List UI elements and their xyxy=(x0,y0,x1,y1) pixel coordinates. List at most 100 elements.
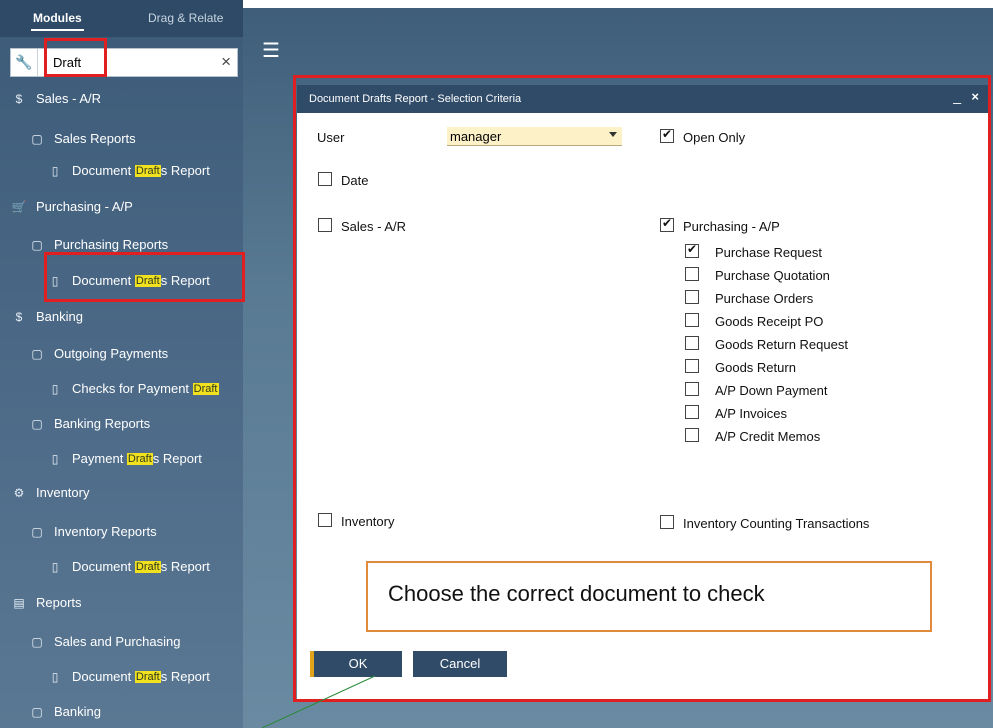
sidebar-item-label: Sales Reports xyxy=(54,131,136,146)
sidebar-item[interactable]: $ Banking xyxy=(10,309,83,324)
inventory-label: Inventory xyxy=(341,514,395,529)
sidebar-item-label: Purchasing - A/P xyxy=(36,199,133,214)
sidebar-item-label: Banking xyxy=(36,309,83,324)
date-label: Date xyxy=(341,173,369,188)
search-match-highlight: Draft xyxy=(134,560,161,573)
callout-text: Choose the correct document to check xyxy=(388,581,765,606)
sidebar-item[interactable]: ▯ Payment Draft s Report xyxy=(46,451,202,466)
purchasing-ap-checkbox[interactable] xyxy=(660,216,674,232)
sidebar-item[interactable]: ▯ Document Draft s Report xyxy=(46,163,210,178)
sidebar-item-icon: ▯ xyxy=(51,451,59,466)
sidebar-item[interactable]: ▢ Inventory Reports xyxy=(28,524,156,539)
tab-drag-relate[interactable]: Drag & Relate xyxy=(148,11,223,25)
cancel-button[interactable]: Cancel xyxy=(413,651,507,677)
sidebar-item-icon: ▢ xyxy=(31,524,43,539)
date-checkbox[interactable] xyxy=(318,172,332,186)
sidebar-item-label-start: Document xyxy=(72,163,135,178)
sidebar-item-label: Outgoing Payments xyxy=(54,346,169,361)
sidebar-item[interactable]: ▢ Banking Reports xyxy=(28,416,150,431)
sidebar-item-label: Reports xyxy=(36,595,82,610)
inventory-counting-label: Inventory Counting Transactions xyxy=(683,516,870,531)
annotation-report-highlight xyxy=(44,252,245,302)
sidebar-item-label-start: Checks for Payment xyxy=(72,381,193,396)
purchasing-option-checkbox[interactable] xyxy=(685,405,699,419)
sidebar-item[interactable]: ▯ Checks for Payment Draft xyxy=(46,381,219,396)
purchasing-option-label: A/P Invoices xyxy=(715,406,788,421)
search-match-highlight: Draft xyxy=(134,164,161,177)
clear-search-icon[interactable]: × xyxy=(221,52,231,72)
purchasing-option-label: Goods Return Request xyxy=(715,337,848,352)
search-match-highlight: Draft xyxy=(192,382,219,395)
sidebar-item-label-end: s Report xyxy=(160,669,210,684)
sidebar-item-icon: ▯ xyxy=(51,559,59,574)
purchasing-ap-label: Purchasing - A/P xyxy=(683,219,780,234)
sidebar-item-icon: 🛒 xyxy=(11,199,27,214)
purchasing-option-label: Purchase Orders xyxy=(715,291,814,306)
purchasing-option-checkbox[interactable] xyxy=(685,267,699,281)
sidebar-item-label: Purchasing Reports xyxy=(54,237,169,252)
purchasing-option-checkbox[interactable] xyxy=(685,428,699,442)
sidebar-item-label: Banking Reports xyxy=(54,416,151,431)
sidebar-item[interactable]: ▢ Outgoing Payments xyxy=(28,346,168,361)
sidebar-item-icon: ▢ xyxy=(31,131,43,146)
sidebar-item-icon: ▢ xyxy=(31,237,43,252)
sidebar-item-icon: ▯ xyxy=(51,669,59,684)
sidebar-item[interactable]: 🛒 Purchasing - A/P xyxy=(10,199,133,214)
sidebar-item-icon: ▤ xyxy=(13,595,25,610)
purchasing-option-checkbox[interactable] xyxy=(685,382,699,396)
sidebar-item[interactable]: $ Sales - A/R xyxy=(10,91,101,106)
purchasing-option-checkbox[interactable] xyxy=(685,290,699,304)
sidebar: Modules Drag & Relate 🔧 × $ Sales - A/R ▢ S… xyxy=(0,0,243,728)
hamburger-menu-icon[interactable]: ☰ xyxy=(262,38,280,63)
top-strip xyxy=(243,0,993,8)
purchasing-option-checkbox[interactable] xyxy=(685,336,699,350)
sidebar-item[interactable]: ▢ Purchasing Reports xyxy=(28,237,168,252)
sidebar-item-icon: $ xyxy=(15,309,23,324)
sidebar-item-icon: ▯ xyxy=(51,163,59,178)
sidebar-item[interactable]: ⚙ Inventory xyxy=(10,485,90,500)
sidebar-item-label-start: Document xyxy=(72,559,135,574)
search-match-highlight: Draft xyxy=(126,452,153,465)
sales-ar-checkbox[interactable] xyxy=(318,218,332,232)
tab-modules[interactable]: Modules xyxy=(31,11,84,31)
sidebar-tabs: Modules Drag & Relate xyxy=(0,0,243,37)
purchasing-option-checkbox[interactable] xyxy=(685,359,699,373)
sidebar-item-label-end: s Report xyxy=(160,559,210,574)
sidebar-item[interactable]: ▢ Sales Reports xyxy=(28,131,136,146)
purchasing-option-label: Goods Receipt PO xyxy=(715,314,824,329)
sidebar-item[interactable]: ▤ Reports xyxy=(10,595,82,610)
user-select[interactable]: manager xyxy=(447,127,622,146)
purchasing-option-label: A/P Credit Memos xyxy=(715,429,821,444)
annotation-search-highlight xyxy=(44,38,107,77)
purchasing-option-label: Purchase Request xyxy=(715,245,822,260)
sidebar-item-icon: ▢ xyxy=(31,416,43,431)
purchasing-option-label: Purchase Quotation xyxy=(715,268,830,283)
sidebar-item-label: Banking xyxy=(54,704,101,719)
sidebar-item[interactable]: ▯ Document Draft s Report xyxy=(46,559,210,574)
sidebar-item-icon: ▢ xyxy=(31,634,43,649)
sidebar-item[interactable]: ▯ Document Draft s Report xyxy=(46,669,210,684)
wrench-icon[interactable]: 🔧 xyxy=(11,49,38,76)
sidebar-item-label: Sales and Purchasing xyxy=(54,634,181,649)
sidebar-item-label-start: Payment xyxy=(72,451,127,466)
purchasing-option-label: Goods Return xyxy=(715,360,796,375)
inventory-counting-checkbox[interactable] xyxy=(660,515,674,529)
user-select-value: manager xyxy=(450,129,502,144)
inventory-checkbox[interactable] xyxy=(318,513,332,527)
user-label: User xyxy=(317,130,345,145)
open-only-label: Open Only xyxy=(683,130,746,145)
sidebar-item-icon: ▢ xyxy=(31,704,43,719)
open-only-checkbox[interactable] xyxy=(660,127,674,143)
purchasing-option-checkbox[interactable] xyxy=(685,313,699,327)
ok-button[interactable]: OK xyxy=(310,651,402,677)
sales-ar-label: Sales - A/R xyxy=(341,219,407,234)
purchasing-option-checkbox[interactable] xyxy=(685,242,699,258)
dropdown-arrow-icon xyxy=(609,132,617,137)
purchasing-option-label: A/P Down Payment xyxy=(715,383,828,398)
sidebar-item-icon: ▢ xyxy=(31,346,43,361)
sidebar-item-icon: $ xyxy=(15,91,23,106)
sidebar-item[interactable]: ▢ Banking xyxy=(28,704,101,719)
instruction-callout: Choose the correct document to check xyxy=(366,561,932,632)
sidebar-item-label-end: s Report xyxy=(152,451,202,466)
sidebar-item[interactable]: ▢ Sales and Purchasing xyxy=(28,634,180,649)
